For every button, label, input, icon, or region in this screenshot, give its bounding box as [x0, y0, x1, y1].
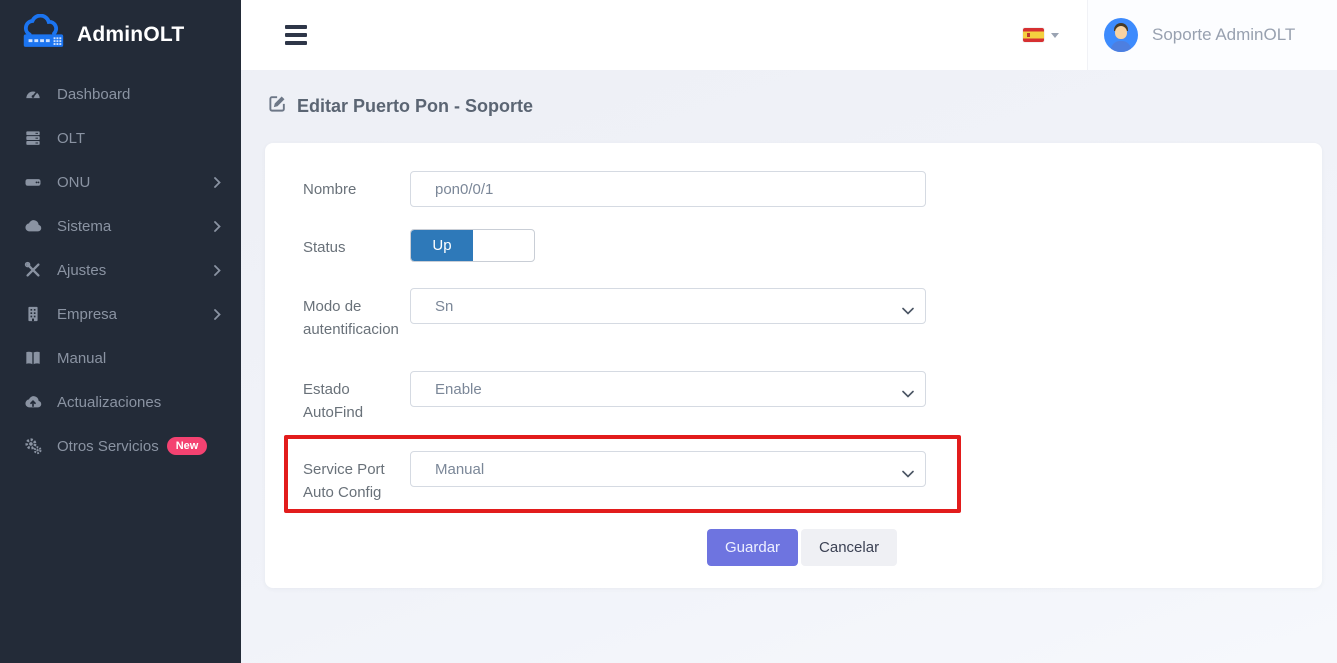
user-avatar	[1104, 18, 1138, 52]
form-row-nombre: Nombre	[303, 171, 1284, 207]
sidebar-item-actualizaciones[interactable]: Actualizaciones	[0, 380, 241, 424]
page-header: Editar Puerto Pon - Soporte	[268, 94, 1337, 118]
sidebar-item-label: Sistema	[57, 218, 111, 235]
sidebar-item-label: Empresa	[57, 306, 117, 323]
cancel-button[interactable]: Cancelar	[801, 529, 897, 566]
page-title: Editar Puerto Pon - Soporte	[297, 96, 533, 117]
sidebar-item-label: Actualizaciones	[57, 394, 161, 411]
save-button[interactable]: Guardar	[707, 529, 798, 566]
spain-flag-icon	[1023, 28, 1044, 42]
building-icon	[22, 304, 44, 324]
sidebar-item-ajustes[interactable]: Ajustes	[0, 248, 241, 292]
field-label: Status	[303, 229, 399, 260]
user-menu[interactable]: Soporte AdminOLT	[1087, 0, 1337, 70]
status-toggle-on-label: Up	[411, 230, 473, 261]
tools-icon	[22, 260, 44, 280]
modo-autentificacion-select[interactable]: Sn	[410, 288, 926, 324]
topbar: Soporte AdminOLT	[241, 0, 1337, 70]
field-label: Estado AutoFind	[303, 371, 399, 424]
logo-text: AdminOLT	[77, 23, 184, 47]
device-icon	[22, 172, 44, 192]
language-dropdown[interactable]	[1023, 28, 1059, 42]
user-name: Soporte AdminOLT	[1152, 25, 1295, 45]
cloud-upload-icon	[22, 392, 44, 412]
form-row-service-port-auto-config: Service Port Auto Config Manual	[303, 451, 957, 504]
form-row-modo-autentificacion: Modo de autentificacion Sn	[303, 288, 1284, 345]
sidebar-item-sistema[interactable]: Sistema	[0, 204, 241, 248]
cloud-icon	[22, 216, 44, 236]
gears-icon	[22, 436, 44, 456]
logo-cloud-router-icon	[18, 14, 68, 56]
book-icon	[22, 348, 44, 368]
field-label: Modo de autentificacion	[303, 288, 399, 345]
form-row-status: Status Up	[303, 229, 1284, 262]
estado-autofind-select[interactable]: Enable	[410, 371, 926, 407]
chevron-right-icon	[214, 265, 221, 276]
chevron-right-icon	[214, 309, 221, 320]
main-area: Soporte AdminOLT Editar Puerto Pon - Sop…	[241, 0, 1337, 663]
sidebar-item-otros-servicios[interactable]: Otros Servicios New	[0, 424, 241, 468]
hamburger-menu-icon[interactable]	[285, 25, 307, 45]
server-icon	[22, 128, 44, 148]
sidebar-item-label: ONU	[57, 174, 90, 191]
form-actions: Guardar Cancelar	[707, 529, 1284, 566]
field-label: Nombre	[303, 171, 399, 202]
field-label: Service Port Auto Config	[303, 451, 399, 504]
status-toggle[interactable]: Up	[410, 229, 535, 262]
gauge-icon	[22, 84, 44, 104]
chevron-right-icon	[214, 221, 221, 232]
app-logo[interactable]: AdminOLT	[0, 0, 241, 70]
nombre-input[interactable]	[410, 171, 926, 207]
chevron-right-icon	[214, 177, 221, 188]
service-port-auto-config-select[interactable]: Manual	[410, 451, 926, 487]
sidebar-item-label: Ajustes	[57, 262, 106, 279]
new-badge: New	[167, 437, 208, 455]
sidebar-item-label: Otros Servicios	[57, 438, 159, 455]
sidebar-item-label: OLT	[57, 130, 85, 147]
highlight-box: Service Port Auto Config Manual	[284, 435, 961, 513]
sidebar-item-label: Manual	[57, 350, 106, 367]
sidebar-item-onu[interactable]: ONU	[0, 160, 241, 204]
sidebar-item-manual[interactable]: Manual	[0, 336, 241, 380]
form-row-estado-autofind: Estado AutoFind Enable	[303, 371, 1284, 424]
edit-pon-form-card: Nombre Status Up Modo de autentificacion…	[265, 143, 1322, 588]
sidebar-menu: Dashboard OLT ONU Sistema	[0, 70, 241, 468]
edit-icon	[268, 94, 287, 118]
caret-down-icon	[1051, 33, 1059, 38]
sidebar: AdminOLT Dashboard OLT ONU	[0, 0, 241, 663]
sidebar-item-empresa[interactable]: Empresa	[0, 292, 241, 336]
sidebar-item-dashboard[interactable]: Dashboard	[0, 72, 241, 116]
sidebar-item-label: Dashboard	[57, 86, 130, 103]
sidebar-item-olt[interactable]: OLT	[0, 116, 241, 160]
